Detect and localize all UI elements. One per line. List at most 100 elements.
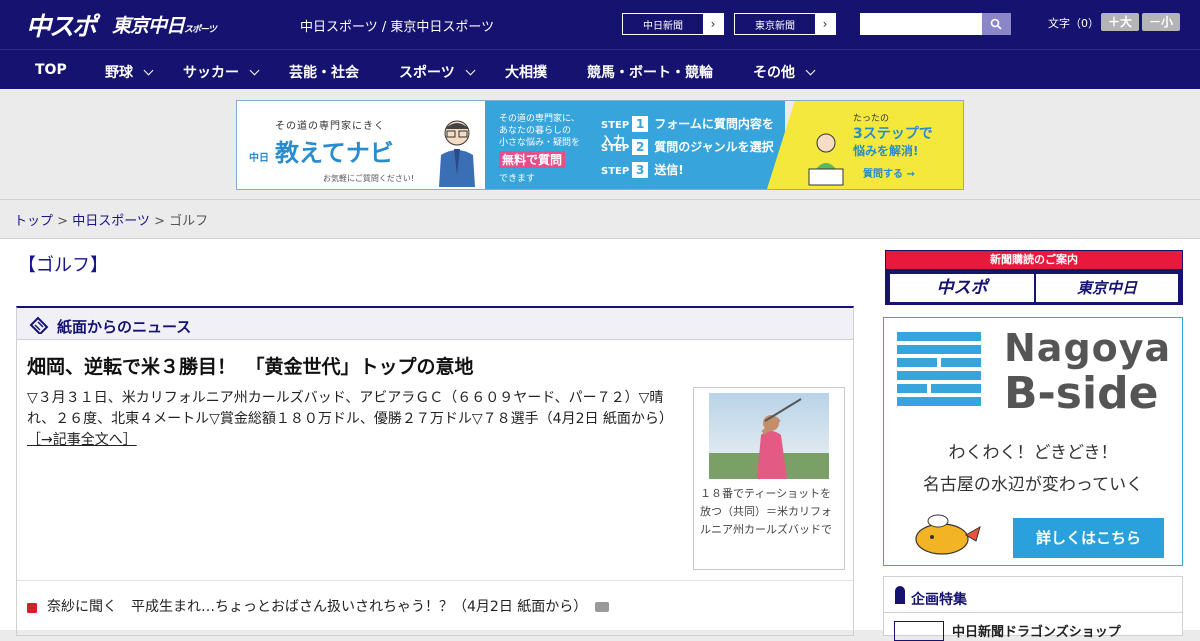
list-item[interactable]: 奈紗に聞く 平成生まれ…ちょっとおばさん扱いされちゃう！？（4月2日 紙面から）	[27, 596, 610, 616]
brick-decoration	[897, 371, 981, 380]
chevron-down-icon	[465, 65, 476, 76]
tokyo-chunichi-logo[interactable]: 東京中日スポーツ	[112, 11, 217, 38]
nav-item-sumo[interactable]: 大相撲	[505, 62, 547, 82]
nav-item-baseball[interactable]: 野球	[105, 62, 154, 82]
step-label: STEP	[601, 143, 630, 154]
article-summary: ▽３月３１日、米カリフォルニア州カールズバッド、アビアラＧＣ（６６０９ヤード、パ…	[27, 388, 687, 451]
nb-subtitle-2: 名古屋の水辺が変わっていく	[922, 475, 1144, 495]
font-size-label: 文字（0）	[1048, 17, 1099, 30]
ad-cta-button[interactable]: 質問する →	[863, 165, 915, 180]
font-bigger-button[interactable]: ＋大	[1101, 13, 1139, 31]
tokyo-chunichi-logo-text: 東京中日	[112, 15, 185, 37]
brick-decoration	[897, 397, 981, 406]
tokyo-shimbun-link[interactable]: 東京新聞 ›	[734, 13, 836, 35]
chevron-right-icon: ›	[815, 14, 835, 34]
nav-item-label: 野球	[105, 65, 133, 81]
nav-item-sports[interactable]: スポーツ	[399, 62, 476, 82]
brick-decoration	[897, 358, 937, 367]
font-smaller-button[interactable]: －小	[1142, 13, 1180, 31]
breadcrumb: トップ > 中日スポーツ > ゴルフ	[14, 210, 208, 229]
ad-brand: 中日 教えてナビ	[249, 133, 394, 168]
ad-brand-panel: その道の専門家にきく 中日 教えてナビ お気軽にご質問ください!	[237, 101, 485, 189]
nav-item-entertainment[interactable]: 芸能・社会	[289, 62, 359, 82]
step-label: STEP	[601, 166, 630, 177]
nav-item-label: TOP	[35, 62, 67, 78]
sidebar: 新聞購読のご案内 中スポ 東京中日 Nagoya B-side わくわく！どきど…	[870, 239, 1200, 641]
dragons-shop-thumbnail[interactable]	[894, 621, 944, 641]
advisor-illustration	[439, 120, 475, 187]
ebi-fry-mascot-icon	[915, 514, 981, 555]
nb-details-button[interactable]: 詳しくはこちら	[1013, 518, 1164, 558]
ad-desc-3: 小さな悩み・疑問を	[499, 138, 581, 148]
ribbon-icon	[895, 586, 905, 604]
chevron-down-icon	[249, 65, 260, 76]
nav-item-top[interactable]: TOP	[35, 62, 67, 78]
subscription-banner: 新聞購読のご案内 中スポ 東京中日	[885, 250, 1183, 305]
ad-step-3: STEP 3 送信!	[601, 161, 684, 178]
breadcrumb-separator: >	[53, 214, 73, 229]
brick-decoration	[897, 332, 981, 341]
laptop-person-illustration	[808, 133, 844, 186]
nb-title-2: B-side	[1004, 368, 1159, 419]
feature-section: 企画特集 中日新聞ドラゴンズショップ	[883, 576, 1183, 641]
nav-item-label: スポーツ	[399, 65, 455, 81]
subscribe-tokyo-chunichi-link[interactable]: 東京中日	[1036, 274, 1178, 302]
subscription-title: 新聞購読のご案内	[886, 251, 1182, 269]
ad-cta-panel: たったの 3ステップで 悩みを解消! 質問する →	[767, 101, 963, 189]
step-text: 送信!	[654, 163, 684, 177]
nagoya-bside-banner[interactable]: Nagoya B-side わくわく！どきどき！ 名古屋の水辺が変わっていく 詳…	[883, 317, 1183, 566]
nav-item-other[interactable]: その他	[753, 62, 816, 82]
feature-item[interactable]: 中日新聞ドラゴンズショップ	[952, 621, 1121, 640]
news-box-title: 紙面からのニュース	[57, 318, 192, 336]
brick-decoration	[897, 384, 927, 393]
oshiete-navi-banner[interactable]: その道の専門家にきく 中日 教えてナビ お気軽にご質問ください! その道の専門家に…	[236, 100, 964, 190]
feature-header: 企画特集	[884, 577, 1182, 613]
ad-brand-prefix: 中日	[249, 153, 269, 164]
golfer-photo	[709, 393, 829, 479]
article-more-link[interactable]: ［→記事全文へ］	[27, 432, 137, 448]
list-item-text: 奈紗に聞く 平成生まれ…ちょっとおばさん扱いされちゃう！？（4月2日 紙面から）	[47, 599, 588, 615]
step-number: 2	[632, 139, 649, 155]
main-nav: TOP 野球 サッカー 芸能・社会 スポーツ 大相撲 競馬・ボート・競輪 その他	[0, 49, 1200, 89]
photo-caption: １８番でティーショットを放つ（共同）＝米カリフォルニア州カールズバッドで	[700, 487, 832, 536]
ad-tagline: その道の専門家にきく	[275, 121, 385, 132]
breadcrumb-top[interactable]: トップ	[14, 214, 53, 229]
breadcrumb-chunichi-sports[interactable]: 中日スポーツ	[72, 214, 150, 229]
brick-decoration	[897, 345, 981, 354]
article-headline[interactable]: 畑岡、逆転で米３勝目！ 「黄金世代」トップの意地	[27, 352, 474, 379]
brick-decoration	[931, 384, 981, 393]
nav-item-label: 芸能・社会	[289, 65, 359, 81]
chevron-down-icon	[805, 65, 816, 76]
search-button[interactable]	[982, 13, 1011, 35]
ad-step-2: STEP 2 質問のジャンルを選択	[601, 138, 774, 155]
search-icon	[990, 18, 1002, 30]
subscribe-chuspo-link[interactable]: 中スポ	[890, 274, 1034, 302]
feature-title: 企画特集	[911, 592, 967, 608]
ad-note: お気軽にご質問ください!	[323, 174, 415, 183]
nav-item-label: 競馬・ボート・競輪	[587, 65, 713, 81]
news-box: 紙面からのニュース 畑岡、逆転で米３勝目！ 「黄金世代」トップの意地 ▽３月３１…	[16, 306, 854, 636]
nav-item-racing[interactable]: 競馬・ボート・競輪	[587, 62, 713, 82]
brick-decoration	[941, 358, 981, 367]
ad-steps-panel: その道の専門家に、 あなたの暮らしの 小さな悩み・疑問を 無料で質問 できます …	[485, 101, 785, 189]
ad-highlight: 無料で質問	[499, 151, 566, 168]
golfer-image	[709, 398, 829, 479]
chevron-down-icon	[143, 65, 154, 76]
step-text: 質問のジャンルを選択	[654, 140, 774, 154]
breadcrumb-current: ゴルフ	[169, 214, 209, 229]
nav-item-soccer[interactable]: サッカー	[183, 62, 260, 82]
chunichi-shimbun-link[interactable]: 中日新聞 ›	[622, 13, 724, 35]
chevron-right-icon: ›	[703, 14, 723, 34]
ad-brand-name: 教えてナビ	[275, 139, 394, 167]
ad-cta-3: 悩みを解消!	[853, 144, 919, 158]
article-photo[interactable]: １８番でティーショットを放つ（共同）＝米カリフォルニア州カールズバッドで	[693, 387, 845, 570]
nav-item-label: サッカー	[183, 65, 239, 81]
chuspo-logo[interactable]: 中スポ	[26, 7, 97, 43]
article-body: ▽３月３１日、米カリフォルニア州カールズバッド、アビアラＧＣ（６６０９ヤード、パ…	[27, 390, 666, 427]
step-number: 1	[632, 116, 649, 132]
nb-title-1: Nagoya	[1004, 326, 1172, 370]
ad-desc-4: できます	[499, 174, 536, 184]
main-content: 【ゴルフ】 紙面からのニュース 畑岡、逆転で米３勝目！ 「黄金世代」トップの意地…	[0, 239, 870, 636]
search-input[interactable]	[860, 13, 982, 35]
play-bullet-icon	[27, 603, 37, 613]
